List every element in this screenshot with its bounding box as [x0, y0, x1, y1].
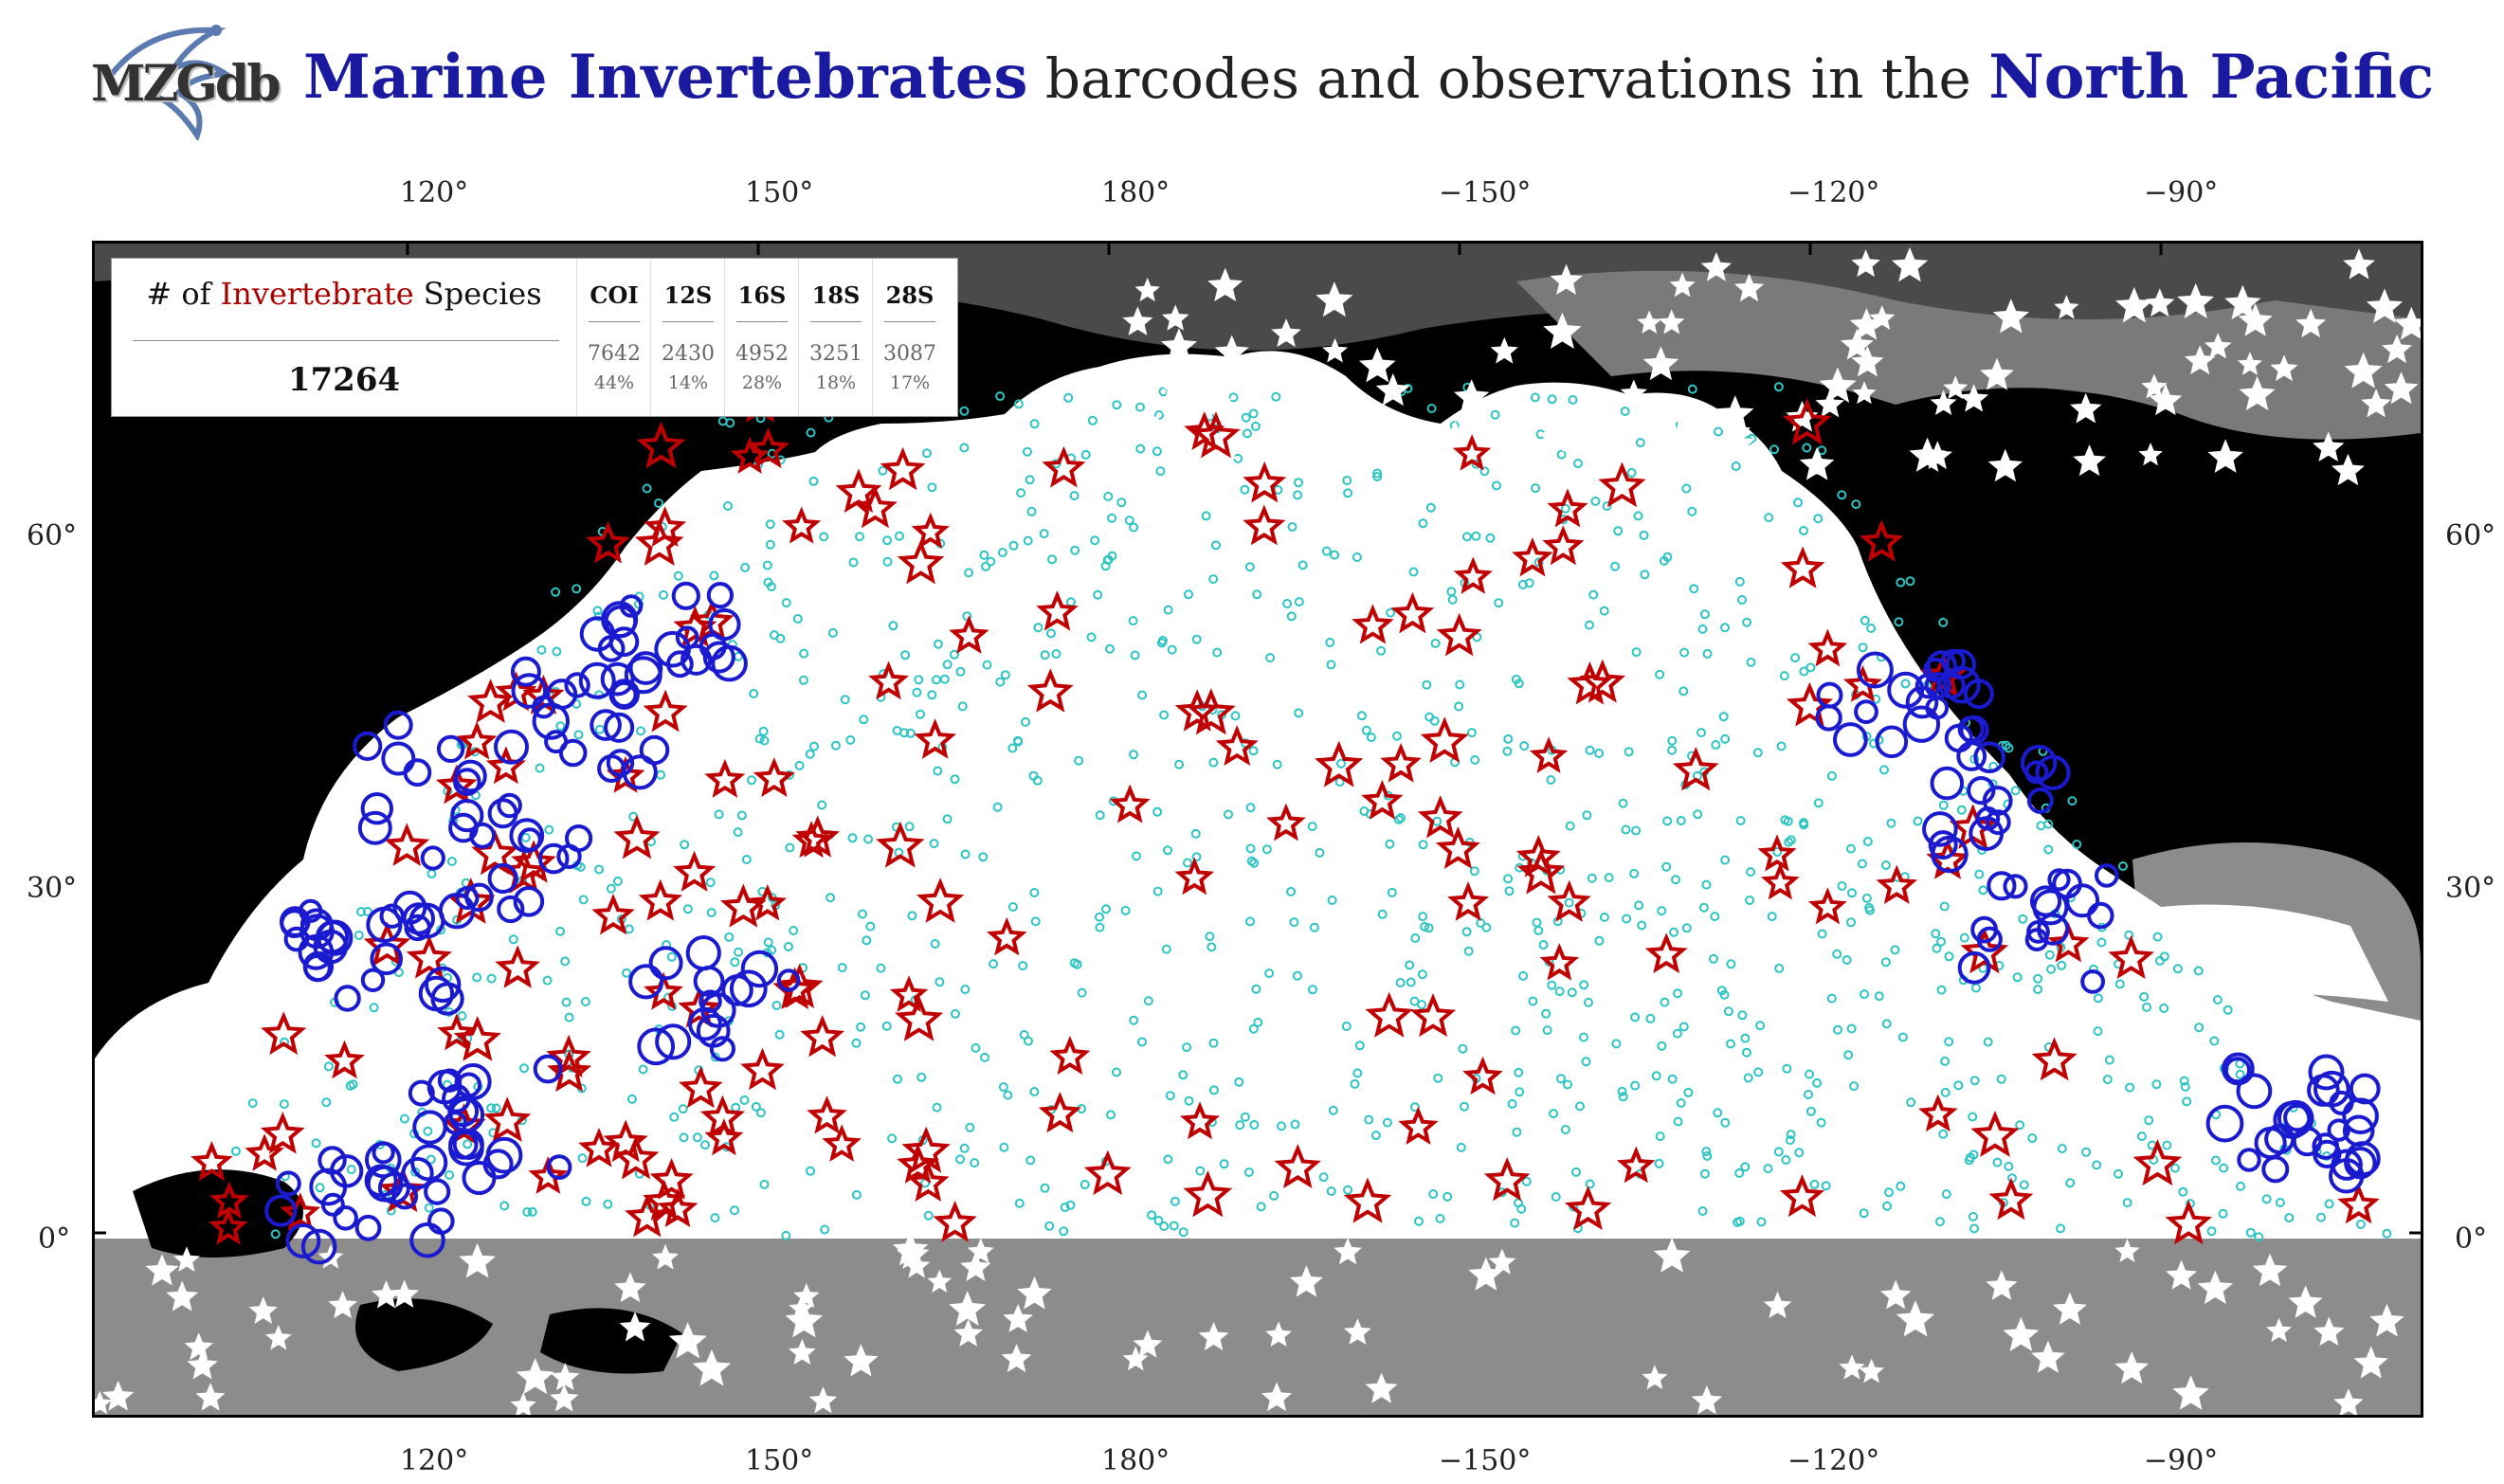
- top-lon-label: −120°: [1787, 176, 1880, 209]
- top-lon-label: −90°: [2144, 176, 2219, 209]
- marker-count: 2430: [662, 342, 715, 366]
- marker-divider: [589, 321, 640, 322]
- marker-divider: [810, 321, 862, 322]
- marker-label: 12S: [663, 281, 713, 309]
- map-canvas: [95, 244, 2421, 1415]
- marker-divider: [884, 321, 935, 322]
- marker-percent: 28%: [741, 372, 783, 393]
- top-lon-label: 120°: [400, 176, 469, 209]
- marker-label: 28S: [885, 281, 934, 309]
- bottom-lon-label: 120°: [400, 1444, 469, 1477]
- marker-percent: 44%: [593, 372, 635, 393]
- right-lat-label: 30°: [2445, 872, 2496, 905]
- stats-heading: # of Invertebrate Species: [112, 276, 576, 312]
- marker-label: 16S: [737, 281, 787, 309]
- bottom-lon-label: −90°: [2144, 1444, 2219, 1477]
- right-lat-label: 0°: [2455, 1222, 2488, 1256]
- species-stats-box: # of Invertebrate Species 17264 COI 7642…: [111, 258, 958, 417]
- header: MZGdb Marine Invertebrates barcodes and …: [0, 0, 2504, 190]
- species-total: 17264: [287, 361, 401, 399]
- marker-column-28s: 28S 3087 17%: [872, 259, 947, 416]
- marker-percent: 14%: [667, 372, 709, 393]
- marker-divider: [736, 321, 788, 322]
- marker-divider: [662, 321, 714, 322]
- marker-column-16s: 16S 4952 28%: [724, 259, 799, 416]
- stats-heading-highlight: Invertebrate: [220, 276, 414, 312]
- top-lon-label: 150°: [745, 176, 814, 209]
- marker-percent: 18%: [815, 372, 857, 393]
- page-title: Marine Invertebrates barcodes and observ…: [303, 42, 2434, 113]
- marker-count: 3087: [883, 342, 936, 366]
- right-lat-label: 60°: [2445, 519, 2496, 552]
- stats-divider: [133, 340, 559, 341]
- title-marine-invertebrates: Marine Invertebrates: [303, 42, 1028, 113]
- left-lat-label: 60°: [27, 519, 78, 552]
- bottom-lon-label: −150°: [1439, 1444, 1532, 1477]
- marker-label: COI: [590, 281, 639, 309]
- bottom-lon-label: 180°: [1101, 1444, 1170, 1477]
- top-lon-label: −150°: [1439, 176, 1532, 209]
- marker-count: 3251: [809, 342, 862, 366]
- top-lon-label: 180°: [1101, 176, 1170, 209]
- marker-count: 4952: [735, 342, 789, 366]
- stats-heading-prefix: # of: [146, 276, 221, 312]
- title-north-pacific: North Pacific: [1988, 42, 2435, 113]
- marker-column-coi: COI 7642 44%: [576, 259, 651, 416]
- map-panel: [92, 241, 2423, 1418]
- marker-column-12s: 12S 2430 14%: [650, 259, 725, 416]
- marker-percent: 17%: [889, 372, 931, 393]
- left-lat-label: 30°: [27, 872, 78, 905]
- title-middle: barcodes and observations in the: [1027, 46, 1989, 111]
- bottom-lon-label: 150°: [745, 1444, 814, 1477]
- marker-count: 7642: [588, 342, 641, 366]
- logo-text: MZGdb: [91, 55, 281, 113]
- bottom-lon-label: −120°: [1787, 1444, 1880, 1477]
- marker-label: 18S: [811, 281, 861, 309]
- marker-column-18s: 18S 3251 18%: [798, 259, 873, 416]
- stats-heading-suffix: Species: [413, 276, 542, 312]
- mzgdb-logo: MZGdb: [83, 17, 281, 142]
- left-lat-label: 0°: [38, 1222, 71, 1256]
